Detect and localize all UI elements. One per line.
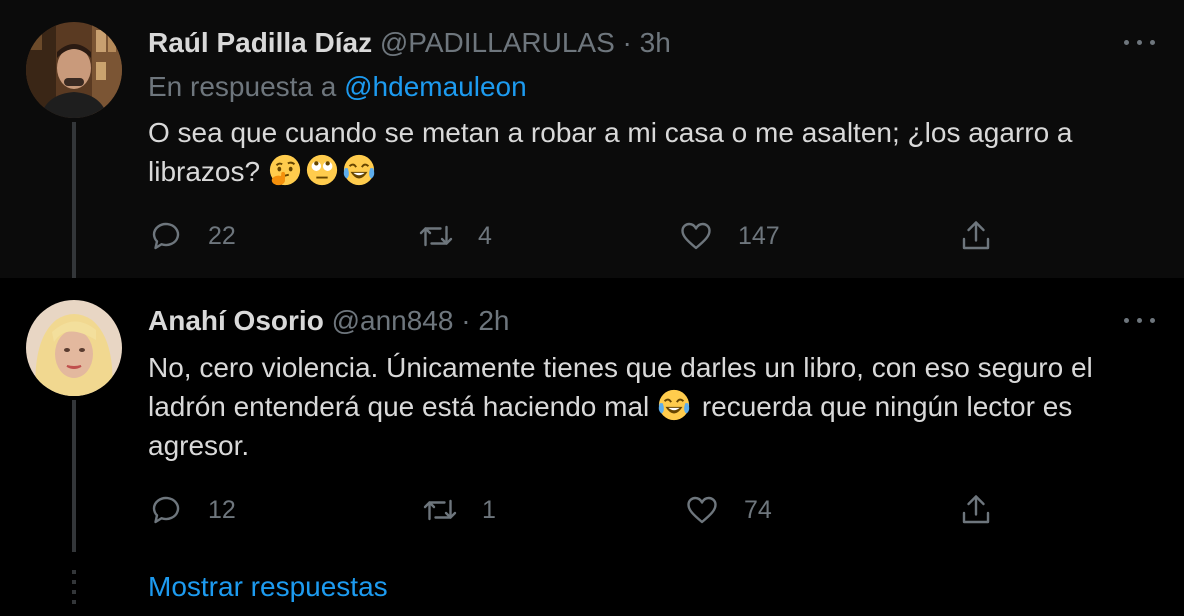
retweet-icon bbox=[419, 225, 453, 247]
tweet-text-line: O sea que cuando se metan a robar a mi c… bbox=[148, 117, 1073, 148]
reply-mention-link[interactable]: @hdemauleon bbox=[344, 71, 527, 102]
reply-context: En respuesta a @hdemauleon bbox=[148, 70, 527, 104]
share-icon bbox=[962, 221, 990, 250]
reply-count: 22 bbox=[208, 221, 236, 250]
timestamp[interactable]: 2h bbox=[478, 305, 509, 336]
reply-button[interactable]: 12 bbox=[148, 490, 236, 530]
retweet-button[interactable]: 4 bbox=[418, 216, 492, 256]
separator: · bbox=[461, 305, 471, 336]
retweet-count: 1 bbox=[482, 495, 496, 524]
share-button[interactable] bbox=[958, 490, 994, 530]
show-replies-link[interactable]: Mostrar respuestas bbox=[148, 567, 388, 607]
heart-icon bbox=[687, 496, 717, 524]
display-name[interactable]: Anahí Osorio bbox=[148, 305, 324, 336]
display-name[interactable]: Raúl Padilla Díaz bbox=[148, 27, 372, 58]
user-handle[interactable]: @ann848 bbox=[332, 305, 454, 336]
reply-button[interactable]: 22 bbox=[148, 216, 236, 256]
like-button[interactable]: 74 bbox=[684, 490, 772, 530]
thinking-face-emoji bbox=[269, 154, 300, 186]
retweet-button[interactable]: 1 bbox=[422, 490, 496, 530]
tweet[interactable]: Raúl Padilla Díaz @PADILLARULAS · 3h En … bbox=[0, 0, 1184, 278]
separator: · bbox=[622, 27, 632, 58]
share-button[interactable] bbox=[958, 216, 994, 256]
tweet-text-line: ladrón entenderá que está haciendo mal bbox=[148, 391, 650, 422]
like-count: 147 bbox=[738, 221, 780, 250]
tweet-text: O sea que cuando se metan a robar a mi c… bbox=[148, 113, 1158, 191]
share-icon bbox=[962, 495, 990, 524]
reply-icon bbox=[152, 222, 180, 250]
tweet-header: Raúl Padilla Díaz @PADILLARULAS · 3h bbox=[148, 26, 671, 60]
tweet-text-line: agresor. bbox=[148, 430, 250, 461]
reply-prefix: En respuesta a bbox=[148, 71, 337, 102]
face-with-tears-of-joy-emoji bbox=[658, 389, 690, 421]
avatar[interactable] bbox=[26, 300, 122, 396]
thread-line bbox=[72, 122, 76, 278]
reply-icon bbox=[152, 496, 180, 524]
thread-dots bbox=[72, 570, 76, 606]
reply-count: 12 bbox=[208, 495, 236, 524]
retweet-icon bbox=[423, 499, 457, 521]
thread-line bbox=[72, 400, 76, 552]
like-button[interactable]: 147 bbox=[678, 216, 780, 256]
tweet-text-line: recuerda que ningún lector es bbox=[701, 391, 1073, 422]
more-icon[interactable] bbox=[1124, 308, 1158, 334]
retweet-count: 4 bbox=[478, 221, 492, 250]
tweet[interactable]: Anahí Osorio @ann848 · 2h No, cero viole… bbox=[0, 278, 1184, 556]
timestamp[interactable]: 3h bbox=[640, 27, 671, 58]
like-count: 74 bbox=[744, 495, 772, 524]
more-icon[interactable] bbox=[1124, 30, 1158, 56]
face-with-tears-of-joy-emoji bbox=[343, 154, 375, 186]
tweet-text: No, cero violencia. Únicamente tienes qu… bbox=[148, 348, 1158, 465]
avatar[interactable] bbox=[26, 22, 122, 118]
tweet-text-line: No, cero violencia. Únicamente tienes qu… bbox=[148, 352, 1093, 383]
tweet-header: Anahí Osorio @ann848 · 2h bbox=[148, 304, 509, 338]
face-with-rolling-eyes-emoji bbox=[306, 154, 337, 186]
tweet-text-line: librazos? bbox=[148, 156, 261, 187]
user-handle[interactable]: @PADILLARULAS bbox=[380, 27, 615, 58]
heart-icon bbox=[681, 222, 711, 250]
